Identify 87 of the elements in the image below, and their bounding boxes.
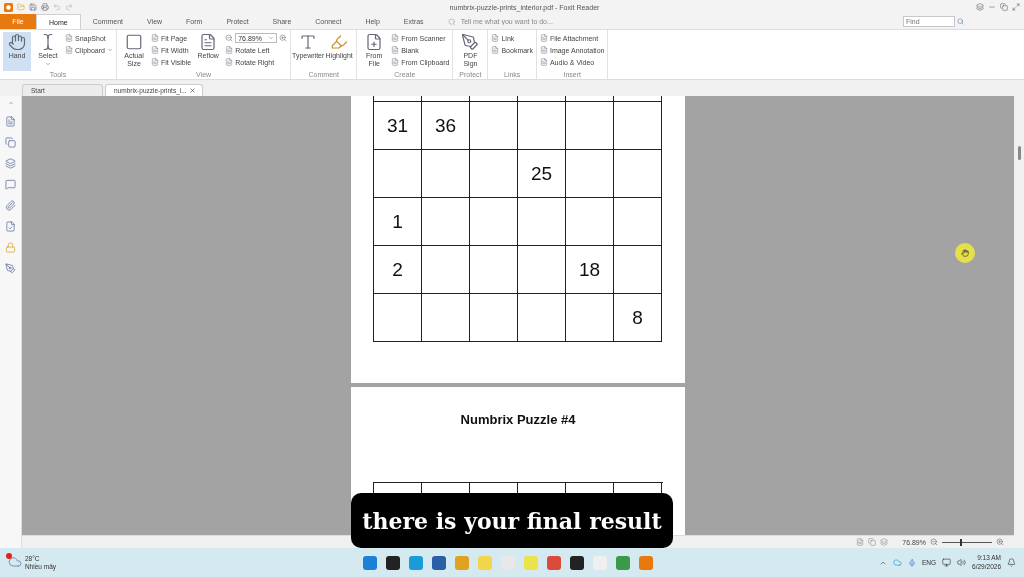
microphone-icon — [908, 558, 916, 567]
cloud-icon — [8, 555, 22, 569]
save-icon — [29, 3, 37, 11]
grid-cell — [518, 246, 566, 294]
layers-icon — [5, 158, 16, 169]
grid-cell — [422, 246, 470, 294]
document-icon — [491, 34, 500, 42]
lock-icon — [5, 242, 16, 253]
document-icon — [539, 34, 548, 42]
grid-cell — [518, 102, 566, 150]
document-icon — [225, 46, 234, 54]
grid-cell: 31 — [374, 102, 422, 150]
grid-cell — [614, 150, 662, 198]
grid-cell — [422, 294, 470, 342]
slider-thumb[interactable] — [959, 538, 962, 546]
cloud-icon — [893, 558, 902, 567]
close-icon[interactable] — [189, 87, 196, 94]
grid-cell: 8 — [614, 294, 662, 342]
grid-cell: 36 — [422, 102, 470, 150]
grid-cell — [614, 102, 662, 150]
document-icon — [150, 58, 159, 66]
copy-icon — [5, 137, 16, 148]
grid-cell — [614, 246, 662, 294]
continuous-page-icon — [868, 538, 877, 546]
zoom-out-icon — [225, 34, 234, 42]
document-icon — [150, 46, 159, 54]
grid-cell — [518, 294, 566, 342]
comment-icon — [5, 179, 16, 190]
alert-dot — [6, 553, 12, 559]
document-icon — [150, 34, 159, 42]
app-icon[interactable] — [570, 555, 584, 570]
document-icon — [391, 46, 400, 54]
grid-cell: 2 — [374, 246, 422, 294]
redo-icon — [65, 3, 73, 11]
text-icon — [299, 33, 318, 51]
document-icon — [539, 58, 548, 66]
app-icon[interactable] — [386, 555, 400, 570]
monitor-icon — [942, 558, 952, 567]
speaker-icon — [957, 558, 967, 567]
grid-cell — [470, 294, 518, 342]
document-icon — [391, 58, 400, 66]
page-icon — [5, 116, 16, 127]
caption: there is your final result — [351, 493, 673, 548]
highlighter-icon — [330, 33, 349, 51]
document-icon — [199, 33, 218, 51]
grid-cell — [470, 150, 518, 198]
document-icon — [539, 46, 548, 54]
single-page-icon — [856, 538, 865, 546]
grid-cell — [566, 198, 614, 246]
zoom-in-icon — [279, 34, 288, 42]
grid-cell — [566, 294, 614, 342]
minimize-icon — [988, 3, 996, 11]
undo-icon — [53, 3, 61, 11]
print-icon — [41, 3, 49, 11]
page-icon — [124, 33, 143, 51]
grid-cell — [566, 150, 614, 198]
grid-cell — [422, 198, 470, 246]
grid-cell: 25 — [518, 150, 566, 198]
document-icon — [491, 46, 500, 54]
file-check-icon — [5, 221, 16, 232]
grid-cell: 1 — [374, 198, 422, 246]
document-icon — [225, 58, 234, 66]
document-icon — [391, 34, 400, 42]
document-icon — [65, 34, 73, 42]
grid-cell — [422, 150, 470, 198]
grid-cell — [566, 102, 614, 150]
zoom-in-icon — [996, 538, 1004, 546]
pen-icon — [5, 263, 16, 274]
grid-cell — [470, 246, 518, 294]
zoom-out-icon — [930, 538, 938, 546]
search-icon — [957, 18, 964, 25]
paperclip-icon — [5, 200, 16, 211]
puzzle-title: Numbrix Puzzle #4 — [460, 412, 576, 427]
file-plus-icon — [365, 33, 384, 51]
folder-icon — [17, 3, 25, 11]
notification-icon — [1007, 558, 1016, 567]
grid-cell: 18 — [566, 246, 614, 294]
maximize-icon — [1012, 3, 1020, 11]
grid-cell — [470, 102, 518, 150]
grid-cell — [518, 198, 566, 246]
document-icon — [65, 46, 73, 54]
start-icon[interactable] — [363, 555, 377, 570]
pen-icon — [461, 33, 480, 51]
hand-icon — [8, 33, 26, 51]
grid-cell — [470, 198, 518, 246]
restore-icon — [1000, 3, 1008, 11]
grid-cell — [614, 198, 662, 246]
